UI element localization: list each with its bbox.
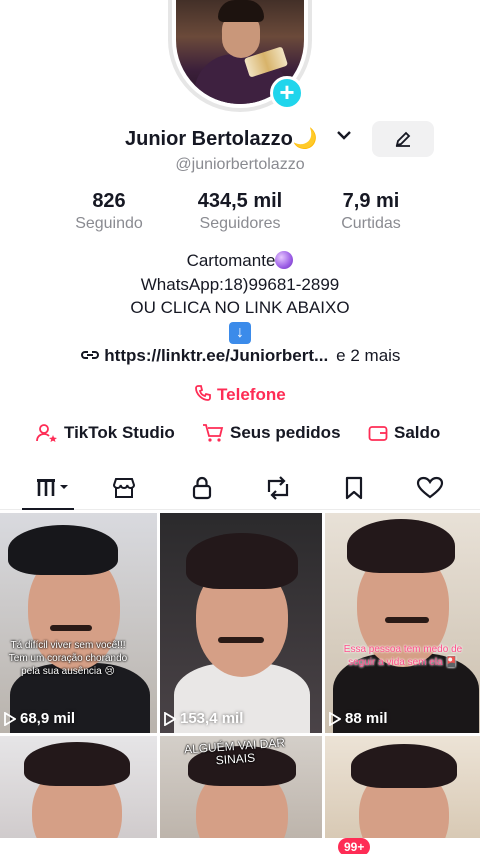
phone-label: Telefone — [217, 385, 286, 404]
tab-shop[interactable] — [104, 470, 144, 506]
profile-tabs — [0, 470, 480, 510]
video-caption: Essa pessoa tem medo de seguir a vida se… — [343, 644, 463, 668]
video-thumbnail[interactable]: ALGUÉM VAI DAR SINAIS — [160, 736, 322, 843]
view-count: 68,9 mil — [4, 710, 75, 727]
active-tab-indicator — [22, 508, 74, 510]
play-icon — [4, 711, 16, 726]
orders-button[interactable]: Seus pedidos — [202, 423, 341, 443]
bio-line-3: OU CLICA NO LINK ABAIXO — [130, 298, 350, 317]
video-thumbnail[interactable]: Tá difícil viver sem você!!! Tem um cora… — [0, 513, 157, 733]
profile-stats: 826 Seguindo 434,5 mil Seguidores 7,9 mi… — [0, 190, 480, 236]
bottom-navigation — [0, 838, 480, 854]
heart-icon — [416, 476, 444, 499]
video-thumbnail[interactable] — [325, 736, 480, 843]
bio-line-2: WhatsApp:18)99681-2899 — [140, 274, 340, 294]
link-more-text[interactable]: e 2 mais — [336, 346, 400, 365]
wallet-icon — [368, 426, 388, 441]
edit-profile-button[interactable] — [372, 121, 434, 157]
view-count: 88 mil — [329, 710, 388, 727]
video-thumbnail[interactable]: 153,4 mil — [160, 513, 322, 733]
tab-videos[interactable] — [28, 470, 76, 506]
tiktok-studio-button[interactable]: TikTok Studio — [36, 423, 175, 443]
video-caption: Tá difícil viver sem você!!! Tem um cora… — [8, 640, 128, 677]
arrow-down-icon: ↓ — [229, 321, 251, 344]
video-thumbnail[interactable]: Essa pessoa tem medo de seguir a vida se… — [325, 513, 480, 733]
tab-reposts[interactable] — [258, 470, 298, 506]
pencil-icon — [395, 131, 411, 147]
grid-icon — [37, 479, 68, 496]
cart-icon — [203, 424, 224, 442]
link-icon — [80, 351, 99, 359]
person-star-icon — [36, 424, 57, 442]
tab-private[interactable] — [182, 470, 222, 506]
phone-button[interactable]: Telefone — [0, 384, 480, 405]
tab-liked[interactable] — [410, 470, 450, 506]
inbox-badge: 99+ — [338, 838, 371, 854]
chevron-down-icon[interactable] — [336, 128, 352, 146]
crystal-ball-icon — [275, 251, 294, 269]
lock-icon — [192, 476, 212, 500]
balance-button[interactable]: Saldo — [368, 423, 440, 443]
repost-icon — [267, 476, 289, 500]
bookmark-icon — [345, 476, 363, 500]
stat-followers[interactable]: 434,5 mil Seguidores — [180, 190, 300, 233]
bio-line-1: Cartomante — [186, 251, 276, 270]
phone-icon — [195, 385, 212, 401]
play-icon — [164, 711, 176, 726]
profile-bio: Cartomante WhatsApp:18)99681-2899 OU CLI… — [0, 249, 480, 344]
tab-saved[interactable] — [334, 470, 374, 506]
view-count: 153,4 mil — [164, 710, 243, 727]
add-story-plus-icon[interactable]: + — [270, 76, 304, 110]
profile-link[interactable]: https://linktr.ee/Juniorbert... e 2 mais — [0, 346, 480, 366]
stat-likes[interactable]: 7,9 mi Curtidas — [328, 190, 414, 233]
shop-icon — [112, 478, 136, 498]
play-icon — [329, 711, 341, 726]
video-thumbnail[interactable] — [0, 736, 157, 843]
profile-link-text[interactable]: https://linktr.ee/Juniorbert... — [104, 346, 328, 365]
video-grid: Tá difícil viver sem você!!! Tem um cora… — [0, 513, 480, 843]
profile-handle: @juniorbertolazzo — [175, 156, 305, 173]
profile-name: Junior Bertolazzo🌙 — [125, 128, 318, 150]
stat-following[interactable]: 826 Seguindo — [68, 190, 150, 233]
